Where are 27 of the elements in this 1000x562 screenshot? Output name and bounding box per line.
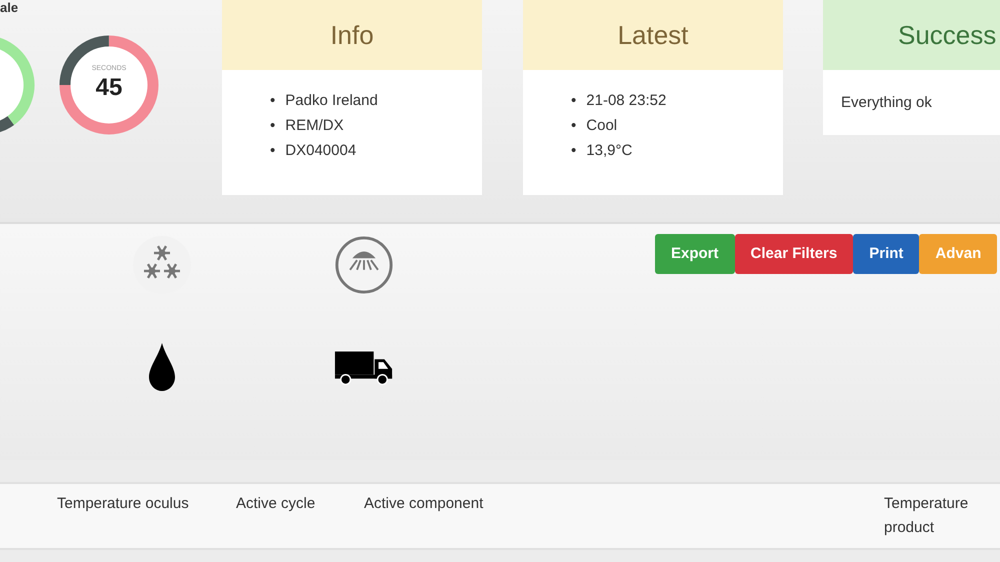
heading-text: ale xyxy=(0,0,18,15)
column-header: Temperature product xyxy=(884,494,970,538)
bullet: • xyxy=(270,91,276,111)
bullet: • xyxy=(571,116,576,136)
panel-title: Info xyxy=(222,0,482,70)
column-header: Temperature oculus xyxy=(57,494,190,514)
list-item: Padko Ireland xyxy=(285,91,378,111)
list-item: REM/DX xyxy=(285,116,344,136)
gauge-value: 45 xyxy=(96,74,122,101)
list-item: 21-08 23:52 xyxy=(586,91,666,111)
column-header: Active cycle xyxy=(236,494,316,514)
bullet: • xyxy=(571,91,576,111)
list-item: DX040004 xyxy=(285,141,356,161)
toolbar-button[interactable]: Clear Filters xyxy=(734,234,854,274)
drop-icon xyxy=(147,341,177,393)
bullet: • xyxy=(571,141,576,161)
toolbar-button[interactable]: Export xyxy=(655,234,735,274)
panel-title: Success xyxy=(823,0,1000,70)
shower-icon xyxy=(334,234,394,296)
list-item: Cool xyxy=(586,116,618,136)
list-item: 13,9°C xyxy=(586,141,632,161)
bullet: • xyxy=(270,141,276,161)
bullet: • xyxy=(270,116,276,136)
panel-title: Latest xyxy=(523,0,783,70)
status-text: Everything ok xyxy=(840,93,933,113)
column-header: Active component xyxy=(364,494,484,514)
toolbar-button[interactable]: Print xyxy=(853,234,920,274)
